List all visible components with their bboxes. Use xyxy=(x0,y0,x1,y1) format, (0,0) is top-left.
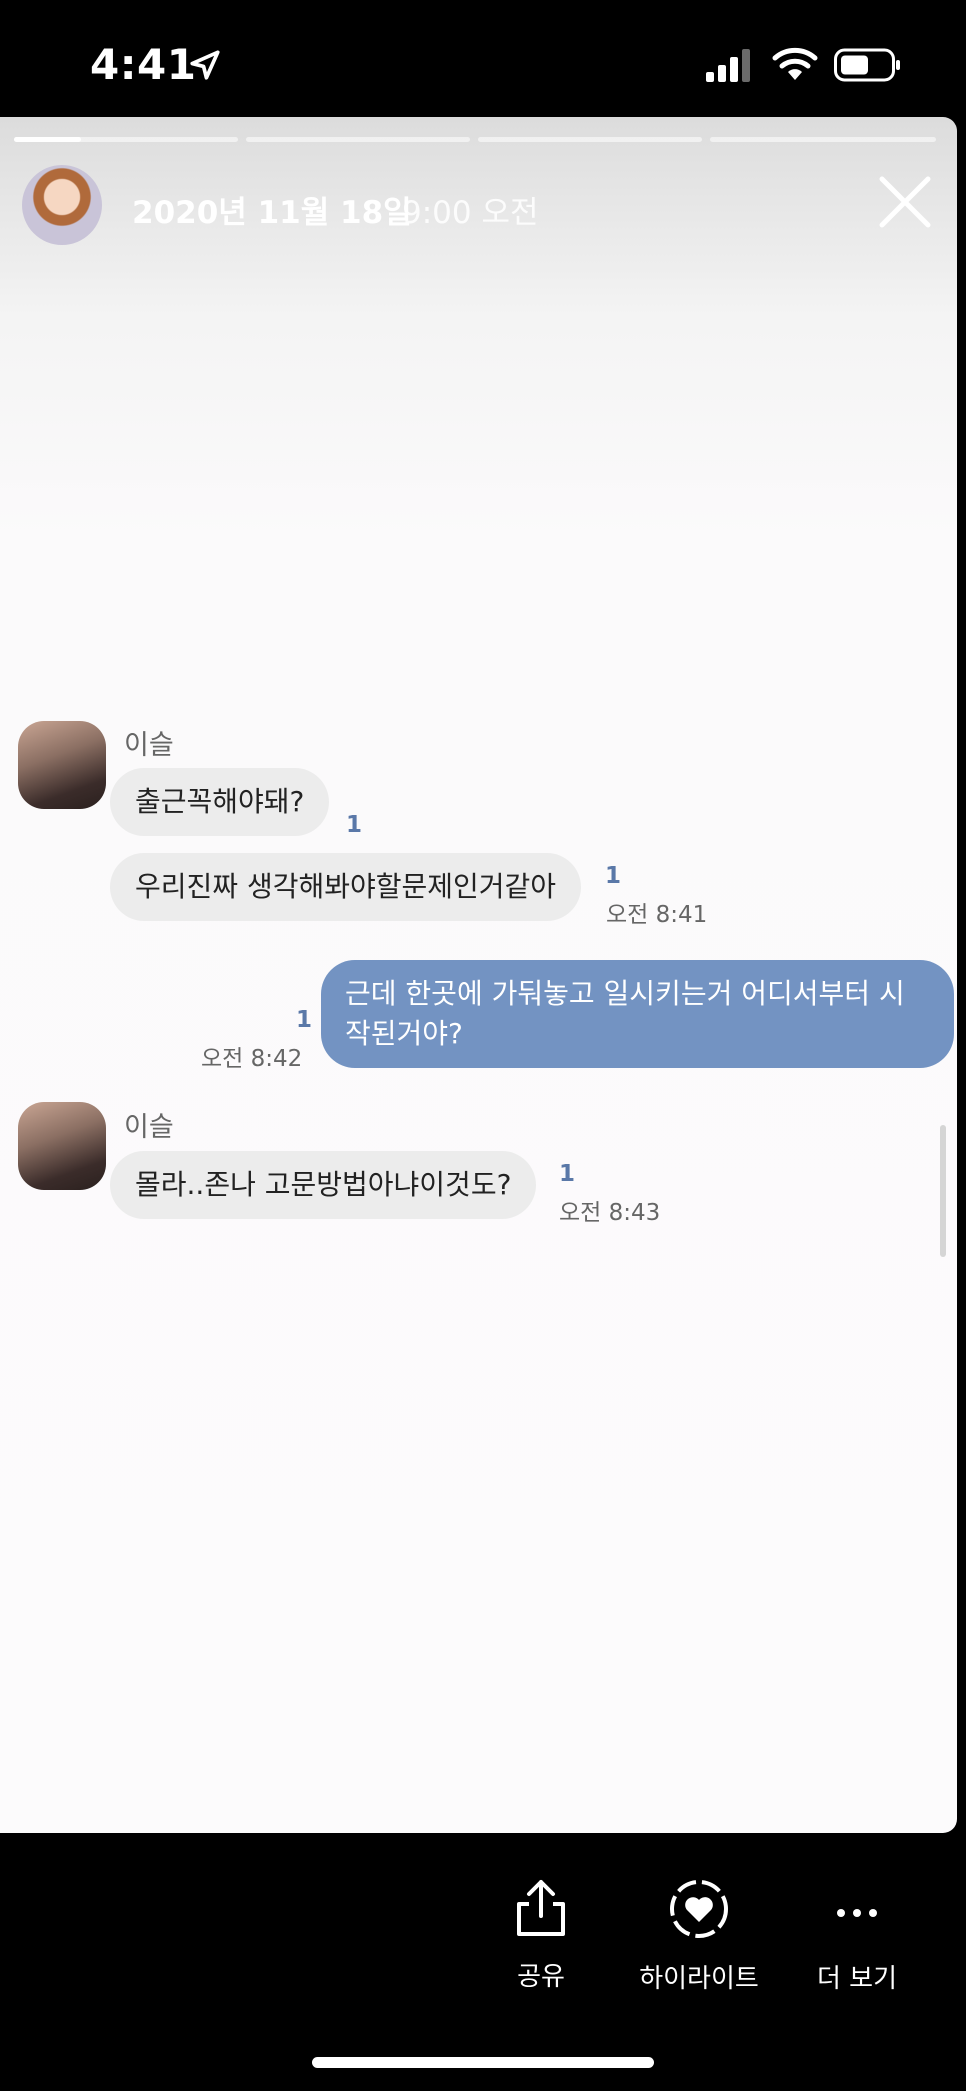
share-label: 공유 xyxy=(517,1962,565,1992)
story-date: 2020년 11월 18일 xyxy=(132,195,412,231)
highlight-label: 하이라이트 xyxy=(639,1964,759,1994)
message-bubble[interactable]: 우리진짜 생각해봐야할문제인거같아 xyxy=(110,853,582,921)
highlight-button[interactable]: 하이라이트 xyxy=(629,1878,769,1995)
more-button[interactable]: 더 보기 xyxy=(787,1878,927,1995)
battery-icon xyxy=(834,48,900,82)
chat-scrollbar[interactable] xyxy=(940,1125,946,1257)
story-progress-segment-2 xyxy=(246,137,470,142)
share-icon xyxy=(517,1880,565,1936)
contact-avatar[interactable] xyxy=(18,1102,106,1190)
wifi-icon xyxy=(772,47,818,80)
share-button[interactable]: 공유 xyxy=(471,1878,611,1993)
contact-avatar[interactable] xyxy=(18,721,106,809)
story-progress-segment-1 xyxy=(14,137,238,142)
message-bubble[interactable]: 몰라..존나 고문방법아냐이것도? xyxy=(110,1151,537,1219)
story-progress-segment-4 xyxy=(710,137,936,142)
home-indicator[interactable] xyxy=(312,2057,654,2068)
story-avatar[interactable] xyxy=(22,165,102,245)
sender-name: 이슬 xyxy=(124,730,174,761)
message-time: 오전 8:43 xyxy=(559,1200,661,1226)
message-time: 오전 8:41 xyxy=(606,902,708,928)
cellular-signal-icon xyxy=(706,49,750,82)
highlight-heart-icon xyxy=(670,1880,728,1938)
more-dots-icon xyxy=(837,1909,877,1917)
more-label: 더 보기 xyxy=(816,1964,898,1994)
story-progress-fill xyxy=(14,137,82,142)
sender-name: 이슬 xyxy=(124,1112,174,1143)
story-time: 9:00 오전 xyxy=(402,195,539,231)
story-card[interactable]: 2020년 11월 18일 9:00 오전 이슬 출근꼭해야돼? 1 우리진짜 … xyxy=(0,117,957,1833)
message-bubble[interactable]: 출근꼭해야돼? xyxy=(110,768,330,836)
status-time: 4:41 xyxy=(90,40,197,89)
story-progress-segment-3 xyxy=(478,137,702,142)
close-icon[interactable] xyxy=(876,173,934,231)
unread-count: 1 xyxy=(559,1161,576,1187)
unread-count: 1 xyxy=(605,863,622,889)
my-message-bubble[interactable]: 근데 한곳에 가둬놓고 일시키는거 어디서부터 시작된거야? xyxy=(321,960,954,1068)
location-arrow-icon xyxy=(190,50,220,80)
unread-count: 1 xyxy=(346,812,363,838)
unread-count: 1 xyxy=(296,1007,313,1033)
message-time: 오전 8:42 xyxy=(201,1046,303,1072)
